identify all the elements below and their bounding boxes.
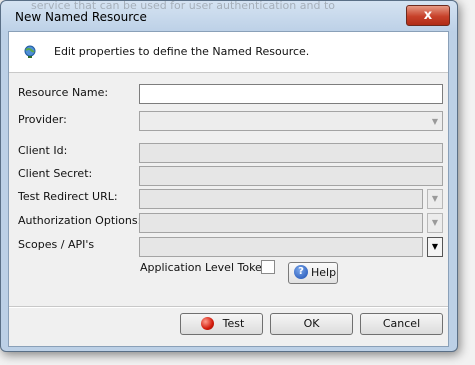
chevron-down-icon: ▼: [431, 117, 438, 126]
client-id-label: Client Id:: [18, 144, 68, 157]
provider-select[interactable]: ▼: [139, 111, 443, 131]
button-bar-divider: [9, 306, 448, 308]
scopes-label: Scopes / API's: [18, 238, 95, 251]
resource-name-input[interactable]: [139, 84, 443, 104]
dialog-client-area: Edit properties to define the Named Reso…: [8, 31, 449, 347]
provider-label: Provider:: [18, 113, 67, 126]
test-redirect-url-label: Test Redirect URL:: [18, 190, 118, 203]
authorization-options-dropdown[interactable]: ▼: [427, 213, 443, 233]
app-level-token-label: Application Level Token:: [140, 261, 273, 274]
app-level-token-checkbox[interactable]: [261, 260, 275, 274]
test-redirect-url-input[interactable]: [139, 189, 423, 209]
help-button-label: Help: [311, 266, 337, 279]
header-description: Edit properties to define the Named Reso…: [54, 45, 310, 58]
close-button[interactable]: x: [406, 5, 450, 26]
test-button-label: Test: [222, 317, 245, 330]
authorization-options-input[interactable]: [139, 213, 423, 233]
close-icon: x: [423, 8, 433, 23]
client-secret-label: Client Secret:: [18, 167, 93, 180]
window-title: New Named Resource: [15, 10, 147, 24]
title-bar[interactable]: service that can be used for user authen…: [1, 0, 457, 31]
client-id-input[interactable]: [139, 143, 443, 163]
ok-button-label: OK: [303, 317, 320, 330]
scopes-dropdown[interactable]: ▼: [427, 237, 443, 257]
client-secret-input[interactable]: [139, 166, 443, 186]
chevron-down-icon: ▼: [431, 242, 439, 251]
globe-icon: [24, 45, 36, 58]
header-panel: Edit properties to define the Named Reso…: [9, 32, 448, 73]
named-resource-dialog: service that can be used for user authen…: [0, 0, 458, 352]
cancel-button[interactable]: Cancel: [360, 313, 443, 335]
scopes-input[interactable]: [139, 237, 423, 257]
authorization-options-label: Authorization Options:: [18, 214, 142, 227]
help-icon: ?: [294, 265, 308, 279]
test-button[interactable]: Test: [180, 313, 263, 335]
cancel-button-label: Cancel: [382, 317, 421, 330]
chevron-down-icon: ▼: [431, 194, 439, 203]
help-button[interactable]: ? Help: [288, 262, 338, 284]
ok-button[interactable]: OK: [270, 313, 353, 335]
chevron-down-icon: ▼: [431, 218, 439, 227]
test-redirect-url-dropdown[interactable]: ▼: [427, 189, 443, 209]
resource-name-label: Resource Name:: [18, 86, 109, 99]
